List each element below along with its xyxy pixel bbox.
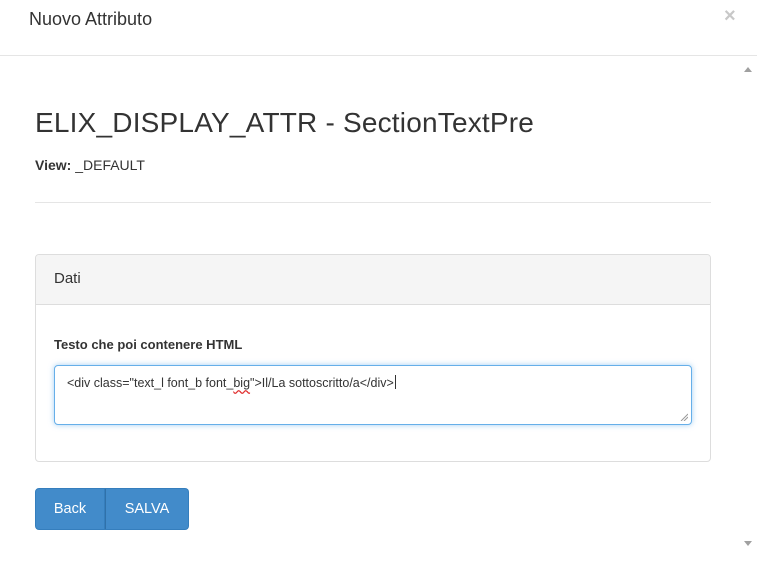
resize-grip-icon[interactable] (680, 413, 688, 421)
back-button[interactable]: Back (35, 488, 105, 530)
textarea-text-end: ">Il/La sottoscritto/a</div> (250, 376, 394, 390)
close-icon[interactable]: × (724, 6, 736, 26)
vertical-scrollbar[interactable] (740, 57, 757, 569)
view-line: View: _DEFAULT (35, 157, 145, 173)
scroll-up-icon[interactable] (744, 67, 752, 72)
modal-header: Nuovo Attributo × (0, 0, 757, 56)
modal-body: ELIX_DISPLAY_ATTR - SectionTextPre View:… (0, 57, 740, 569)
spellcheck-flagged-word: big (233, 376, 251, 390)
view-label: View: (35, 157, 72, 173)
view-value: _DEFAULT (75, 157, 145, 173)
html-text-label: Testo che poi contenere HTML (54, 337, 243, 352)
data-panel: Dati Testo che poi contenere HTML <div c… (35, 254, 711, 462)
save-button[interactable]: SALVA (105, 488, 189, 530)
textarea-text-start: <div class="text_l font_b font_ (67, 376, 234, 390)
html-text-textarea[interactable]: <div class="text_l font_b font_big">Il/L… (54, 365, 692, 425)
action-button-group: Back SALVA (35, 488, 189, 530)
divider (35, 202, 711, 203)
modal-title: Nuovo Attributo (29, 9, 153, 29)
page-title: ELIX_DISPLAY_ATTR - SectionTextPre (35, 107, 535, 138)
scroll-down-icon[interactable] (744, 541, 752, 546)
panel-heading: Dati (36, 255, 710, 305)
text-caret (394, 375, 396, 389)
